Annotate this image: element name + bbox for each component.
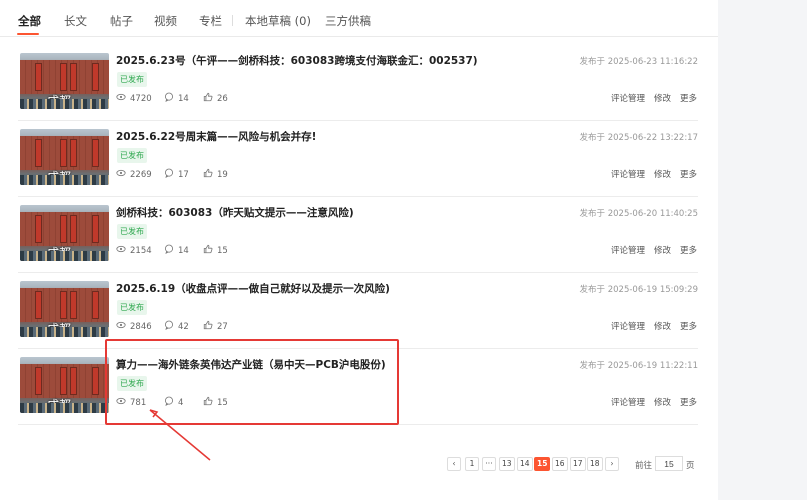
next-page-button[interactable]: › [605,457,619,471]
page-button[interactable]: 1 [465,457,479,471]
page-ellipsis[interactable]: ··· [482,457,496,471]
annotation-arrow [149,409,211,461]
page-button[interactable]: 13 [499,457,515,471]
page-button[interactable]: 17 [570,457,586,471]
page-button[interactable]: 16 [552,457,568,471]
content-panel: 全部 长文 帖子 视频 专栏 本地草稿 (0) 三方供稿 成都 2025.6.2… [0,0,718,500]
right-gutter [718,0,807,500]
page-button[interactable]: 14 [517,457,533,471]
page-button[interactable]: 18 [587,457,603,471]
prev-page-button[interactable]: ‹ [447,457,461,471]
goto-label: 前往 [635,461,653,471]
current-page-button[interactable]: 15 [534,457,551,471]
page-unit-label: 页 [686,461,695,471]
goto-page-input[interactable] [655,456,683,471]
